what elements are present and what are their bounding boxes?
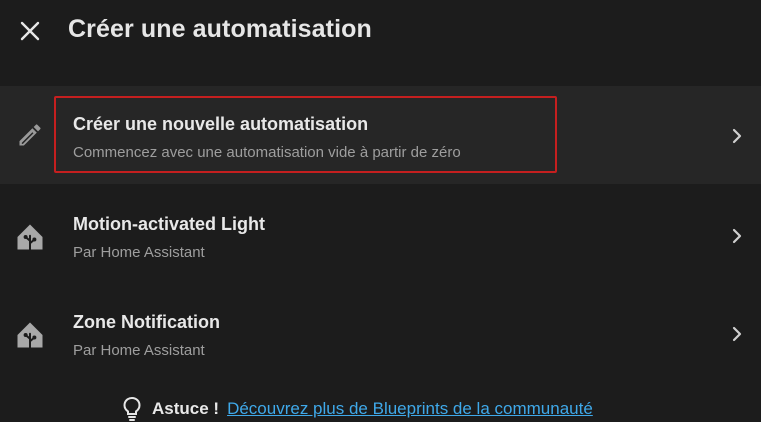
- chevron-right-icon: [727, 226, 747, 246]
- tip-bar: Astuce ! Découvrez plus de Blueprints de…: [120, 396, 593, 422]
- home-assistant-blueprint-icon: [14, 221, 46, 253]
- dialog-header: Créer une automatisation: [0, 0, 761, 62]
- option-blueprint-zone-notification[interactable]: Zone Notification Par Home Assistant: [0, 284, 761, 382]
- chevron-right-icon: [727, 324, 747, 344]
- close-button[interactable]: [14, 15, 46, 47]
- option-new-automation[interactable]: Créer une nouvelle automatisation Commen…: [0, 86, 761, 184]
- community-blueprints-link[interactable]: Découvrez plus de Blueprints de la commu…: [227, 399, 593, 419]
- pencil-icon: [14, 119, 46, 151]
- option-blueprint-motion-light[interactable]: Motion-activated Light Par Home Assistan…: [0, 186, 761, 284]
- option-subtitle: Commencez avec une automatisation vide à…: [73, 144, 461, 161]
- option-title: Zone Notification: [73, 312, 220, 332]
- option-title: Motion-activated Light: [73, 214, 265, 234]
- home-assistant-blueprint-icon: [14, 319, 46, 351]
- chevron-right-icon: [727, 126, 747, 146]
- option-subtitle: Par Home Assistant: [73, 244, 205, 261]
- lightbulb-icon: [120, 396, 144, 422]
- option-subtitle: Par Home Assistant: [73, 342, 205, 359]
- close-icon: [20, 21, 40, 41]
- tip-label: Astuce !: [152, 399, 220, 418]
- option-title: Créer une nouvelle automatisation: [73, 114, 369, 134]
- dialog-title: Créer une automatisation: [68, 15, 372, 43]
